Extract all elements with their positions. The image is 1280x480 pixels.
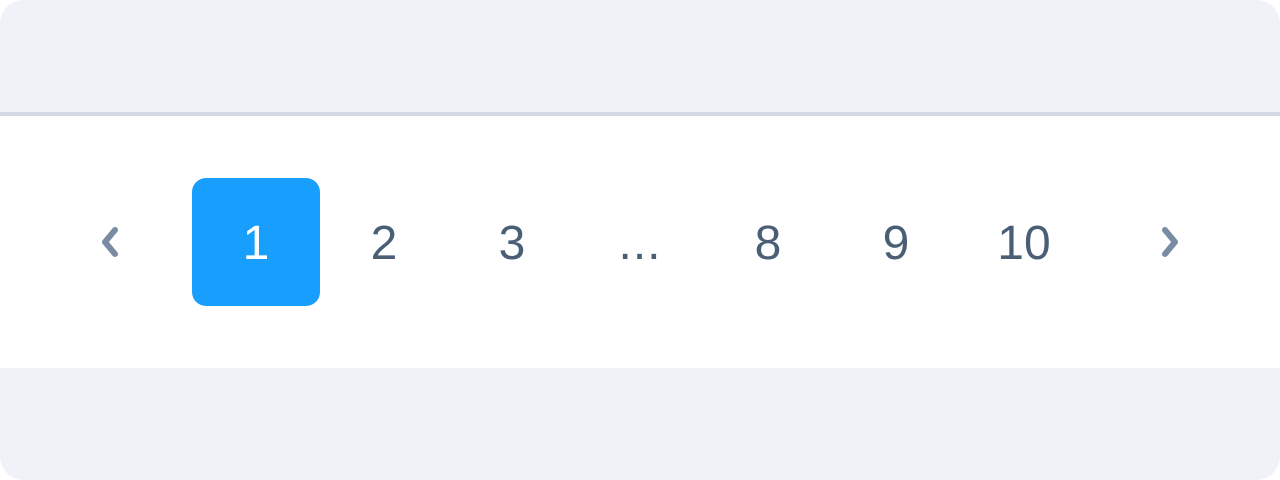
previous-page-button[interactable]	[46, 178, 174, 306]
page-10-button[interactable]: 10	[960, 178, 1088, 306]
pagination-bar: 1 2 3 ... 8 9 10	[0, 116, 1280, 368]
page-8-button[interactable]: 8	[704, 178, 832, 306]
page-9-button[interactable]: 9	[832, 178, 960, 306]
page-3-button[interactable]: 3	[448, 178, 576, 306]
pagination-ellipsis: ...	[618, 216, 662, 270]
chevron-right-icon	[1158, 224, 1182, 260]
bottom-panel	[0, 368, 1280, 480]
page-2-button[interactable]: 2	[320, 178, 448, 306]
chevron-left-icon	[98, 224, 122, 260]
page-1-button[interactable]: 1	[192, 178, 320, 306]
next-page-button[interactable]	[1106, 178, 1234, 306]
top-panel	[0, 0, 1280, 112]
pagination-widget: 1 2 3 ... 8 9 10	[0, 0, 1280, 480]
